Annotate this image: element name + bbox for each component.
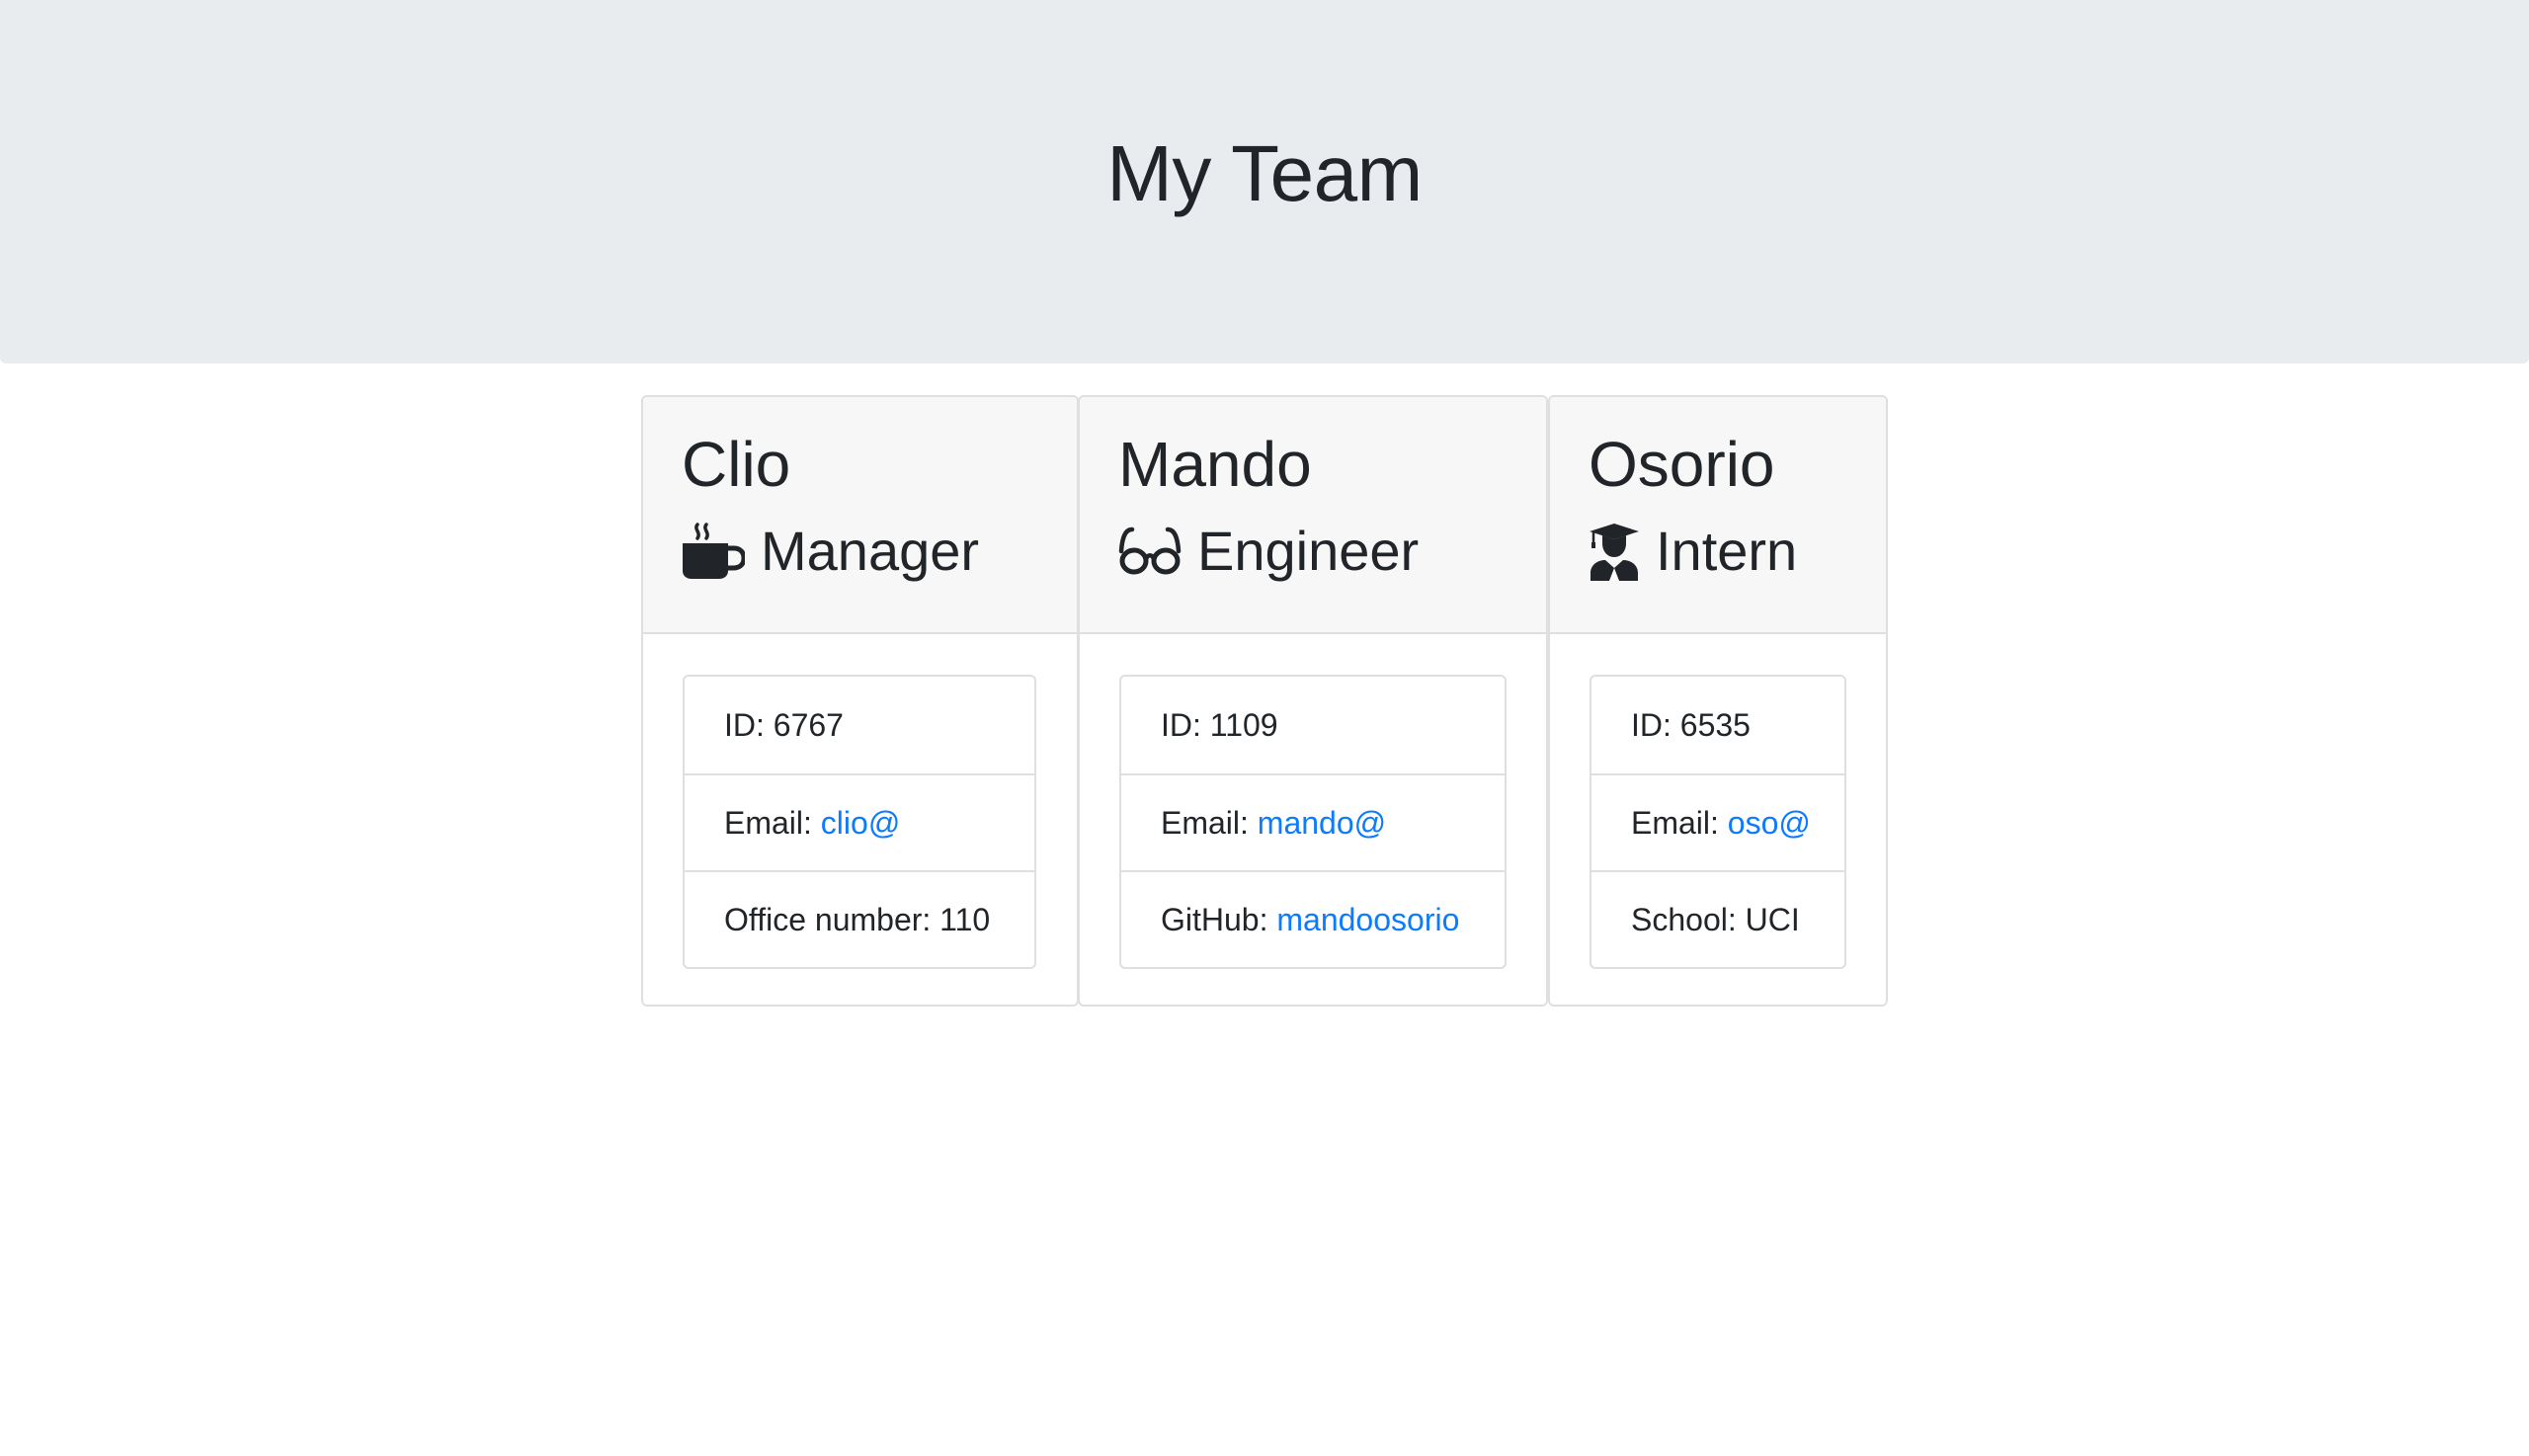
list-item-id: ID: 1109 [1161, 706, 1278, 743]
email-label: Email: [1631, 804, 1719, 841]
employee-details: ID: 6767 Email: clio@ Office number: 110 [683, 675, 1036, 969]
employee-role: Engineer [1118, 518, 1419, 585]
card-header: Clio Manager [643, 397, 1077, 634]
employee-details: ID: 1109 Email: mando@ GitHub: mandoosor… [1119, 675, 1507, 969]
page-title: My Team [1106, 129, 1423, 217]
employee-name: Mando [1118, 429, 1312, 500]
github-label: GitHub: [1161, 901, 1268, 937]
employee-card-intern: Osorio Intern ID: 6535 Email: oso@ Schoo… [1548, 395, 1888, 1007]
card-header: Mando Engineer [1080, 397, 1546, 634]
email-label: Email: [1161, 804, 1249, 841]
role-label: Intern [1656, 520, 1798, 582]
employee-name: Osorio [1589, 429, 1775, 500]
header-jumbotron: My Team [0, 0, 2529, 364]
list-item-email: Email: clio@ [685, 773, 1034, 870]
list-item-id: ID: 6535 [1631, 706, 1751, 743]
glasses-icon [1118, 522, 1182, 581]
list-item-school: School: UCI [1591, 870, 1844, 967]
email-link[interactable]: clio@ [821, 805, 901, 842]
list-item-id: ID: 6767 [724, 706, 844, 743]
role-label: Manager [761, 520, 980, 582]
role-label: Engineer [1197, 520, 1420, 582]
list-item-email: Email: oso@ [1591, 773, 1844, 870]
employee-role: Intern [1589, 518, 1797, 585]
email-link[interactable]: oso@ [1728, 805, 1811, 842]
employee-role: Manager [682, 518, 979, 585]
employee-card-manager: Clio Manager ID: 6767 Email: clio@ Offic… [641, 395, 1079, 1007]
list-item-github: GitHub: mandoosorio [1121, 870, 1505, 967]
list-item-email: Email: mando@ [1121, 773, 1505, 870]
graduate-icon [1589, 522, 1640, 581]
email-label: Email: [724, 804, 812, 841]
list-item-office-number: Office number: 110 [685, 870, 1034, 967]
github-link[interactable]: mandoosorio [1276, 902, 1459, 938]
card-header: Osorio Intern [1550, 397, 1886, 634]
employee-name: Clio [682, 429, 791, 500]
employee-details: ID: 6535 Email: oso@ School: UCI [1590, 675, 1846, 969]
coffee-mug-icon [682, 522, 745, 581]
employee-card-engineer: Mando Engineer ID: 1109 Email: mando@ Gi… [1078, 395, 1548, 1007]
email-link[interactable]: mando@ [1258, 805, 1386, 842]
